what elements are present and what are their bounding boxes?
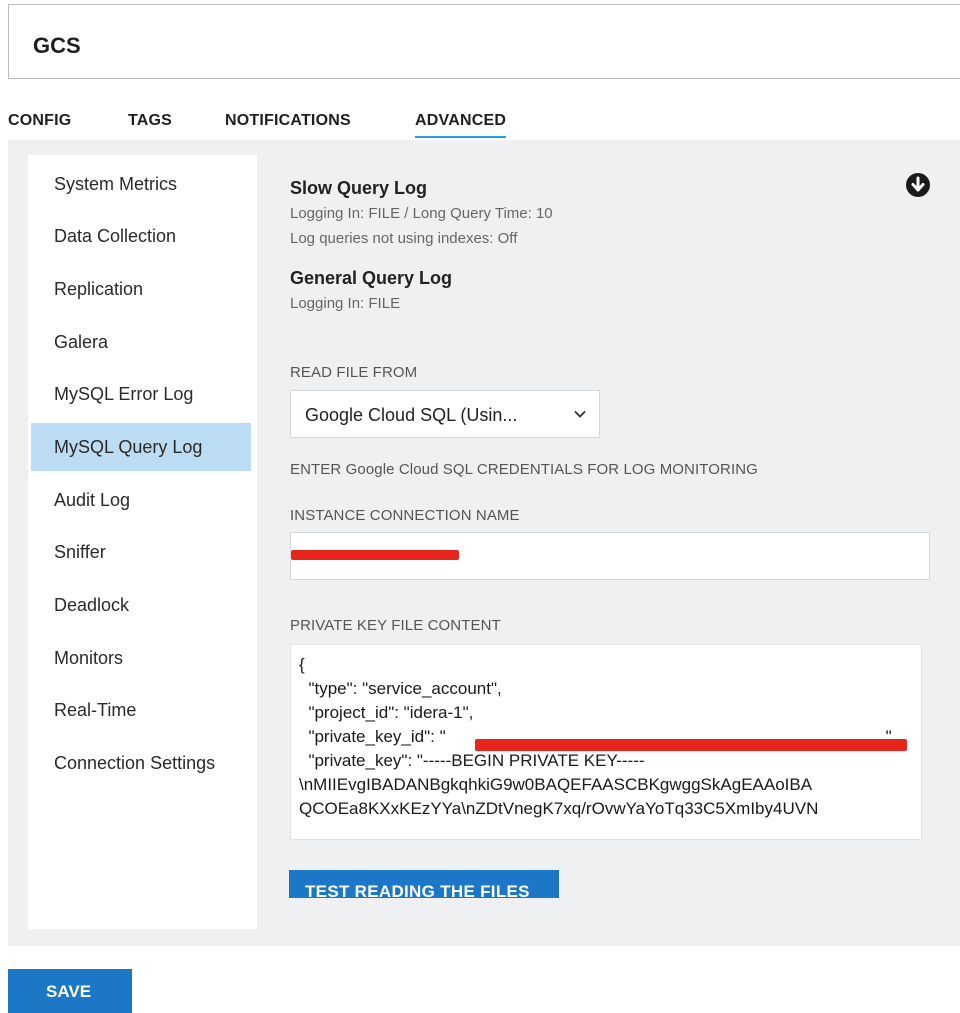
sidebar-item-replication[interactable]: Replication: [31, 265, 251, 313]
read-file-from-select[interactable]: Google Cloud SQL (Usin...: [290, 390, 600, 438]
sidebar-item-mysql-query-log[interactable]: MySQL Query Log: [31, 423, 251, 471]
redaction-mark: [291, 550, 459, 560]
tab-advanced[interactable]: ADVANCED: [415, 112, 507, 138]
sidebar-item-deadlock[interactable]: Deadlock: [31, 581, 251, 629]
tab-notifications[interactable]: NOTIFICATIONS: [225, 112, 351, 136]
instance-connection-name-input[interactable]: [290, 532, 930, 580]
sidebar-item-sniffer[interactable]: Sniffer: [31, 528, 251, 576]
name-field-value: GCS: [33, 33, 81, 58]
general-query-log-title: General Query Log: [290, 268, 453, 288]
save-button[interactable]: SAVE: [8, 969, 132, 1013]
chevron-down-icon: [574, 410, 586, 418]
slow-query-log-title: Slow Query Log: [290, 178, 428, 198]
sidebar-item-mysql-error-log[interactable]: MySQL Error Log: [31, 370, 251, 418]
slow-query-log-index-setting: Log queries not using indexes: Off: [290, 230, 518, 247]
name-field[interactable]: GCS: [8, 4, 960, 79]
test-reading-files-label: TEST READING THE FILES: [305, 882, 530, 898]
instance-connection-name-label: INSTANCE CONNECTION NAME: [290, 507, 520, 524]
private-key-label: PRIVATE KEY FILE CONTENT: [290, 617, 501, 634]
sidebar-item-real-time[interactable]: Real-Time: [31, 686, 251, 734]
sidebar-item-system-metrics[interactable]: System Metrics: [31, 160, 251, 208]
tab-tags[interactable]: TAGS: [128, 112, 172, 136]
advanced-sidebar: System Metrics Data Collection Replicati…: [28, 155, 257, 929]
sidebar-item-connection-settings[interactable]: Connection Settings: [31, 739, 251, 787]
private-key-content: { "type": "service_account", "project_id…: [299, 655, 897, 818]
save-button-label: SAVE: [46, 982, 92, 1001]
arrow-down-circle-icon[interactable]: [905, 172, 931, 198]
read-file-from-value: Google Cloud SQL (Usin...: [305, 405, 518, 425]
sidebar-item-data-collection[interactable]: Data Collection: [31, 212, 251, 260]
read-file-from-label: READ FILE FROM: [290, 364, 418, 381]
slow-query-log-settings: Logging In: FILE / Long Query Time: 10: [290, 205, 553, 222]
redaction-mark: [475, 739, 907, 751]
test-reading-files-button[interactable]: TEST READING THE FILES: [289, 870, 559, 898]
tab-config[interactable]: CONFIG: [8, 112, 71, 136]
sidebar-item-audit-log[interactable]: Audit Log: [31, 476, 251, 524]
private-key-textarea[interactable]: { "type": "service_account", "project_id…: [290, 644, 922, 840]
sidebar-item-galera[interactable]: Galera: [31, 318, 251, 366]
tab-bar: CONFIG TAGS NOTIFICATIONS ADVANCED: [8, 112, 608, 142]
general-query-log-settings: Logging In: FILE: [290, 295, 401, 312]
credentials-heading: ENTER Google Cloud SQL CREDENTIALS FOR L…: [290, 461, 758, 478]
sidebar-item-monitors[interactable]: Monitors: [31, 634, 251, 682]
